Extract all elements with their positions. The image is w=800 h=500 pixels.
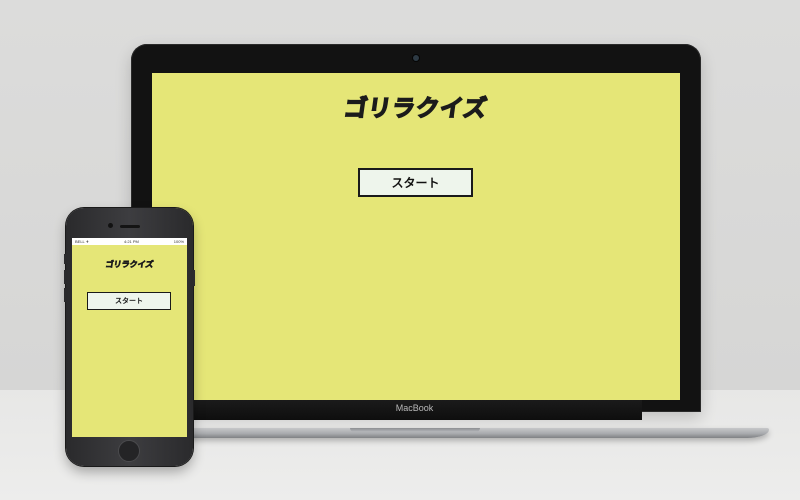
phone-screen: BELL ✈ 4:21 PM 100% ゴリラクイズ スタート (72, 238, 187, 437)
laptop-base (117, 428, 769, 438)
phone-side-button (64, 254, 66, 264)
phone-power-button (193, 270, 195, 286)
page-title: ゴリラクイズ (341, 95, 490, 123)
laptop-chin: MacBook (187, 400, 642, 420)
laptop-brand-label: MacBook (395, 403, 434, 413)
start-button[interactable]: スタート (87, 292, 171, 310)
front-camera-icon (108, 223, 113, 228)
device-mockup-scene: ゴリラクイズ スタート MacBook BELL ✈ 4:21 PM 100% … (0, 0, 800, 500)
status-battery: 100% (173, 239, 184, 244)
laptop-lid: ゴリラクイズ スタート (131, 44, 701, 412)
phone: BELL ✈ 4:21 PM 100% ゴリラクイズ スタート (64, 208, 195, 466)
phone-volume-button (64, 270, 66, 284)
page-title: ゴリラクイズ (104, 260, 155, 270)
home-button[interactable] (118, 440, 140, 462)
status-time: 4:21 PM (123, 239, 139, 244)
phone-volume-button (64, 288, 66, 302)
camera-icon (413, 55, 419, 61)
status-carrier: BELL ✈ (75, 239, 90, 244)
start-button[interactable]: スタート (358, 168, 473, 197)
laptop-notch (350, 428, 480, 432)
laptop-screen: ゴリラクイズ スタート (152, 73, 680, 400)
speaker-grille (120, 225, 140, 228)
status-bar: BELL ✈ 4:21 PM 100% (72, 238, 187, 245)
